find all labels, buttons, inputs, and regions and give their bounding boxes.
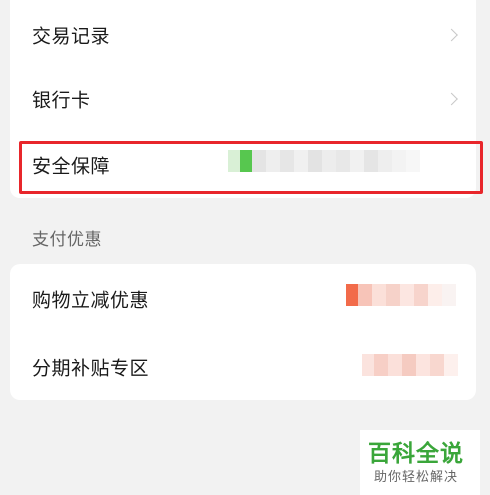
watermark-title: 百科全说 [368,441,464,467]
promo-item-label: 分期补贴专区 [32,357,150,380]
menu-item-transactions[interactable]: 交易记录 [10,4,476,66]
menu-item-bank-card[interactable]: 银行卡 [10,68,476,130]
watermark-logo: 百科全说 助你轻松解决 [360,430,480,495]
menu-item-label: 银行卡 [32,89,91,112]
section-title-payment-offers: 支付优惠 [32,230,102,250]
menu-item-label: 交易记录 [32,25,111,48]
promo-item-label: 购物立减优惠 [32,289,150,312]
installment-value-blurred [362,354,458,376]
security-highlight-box [19,141,483,194]
promo-value-blurred [346,284,456,306]
watermark-subtitle: 助你轻松解决 [374,470,459,485]
chevron-right-icon [445,28,458,42]
chevron-right-icon [445,92,458,106]
